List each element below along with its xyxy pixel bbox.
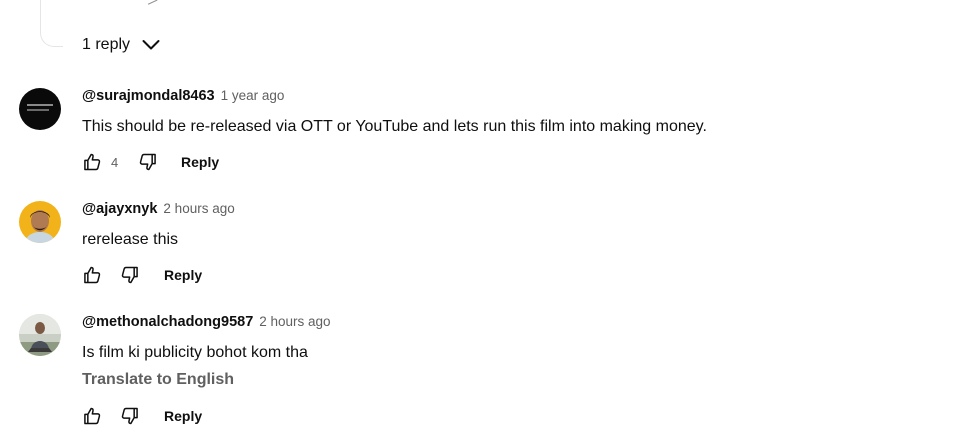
thumbs-up-icon xyxy=(84,153,101,171)
dislike-button[interactable] xyxy=(138,152,158,172)
dislike-button[interactable] xyxy=(120,265,140,285)
partial-icon-cutoff xyxy=(144,0,158,5)
dislike-button[interactable] xyxy=(120,406,140,426)
chevron-down-icon xyxy=(142,39,160,51)
comment-text: rerelease this xyxy=(82,231,179,248)
comment-author-handle[interactable]: @surajmondal8463 xyxy=(82,88,215,104)
thread-connector-line xyxy=(40,0,63,47)
reply-button[interactable]: Reply xyxy=(181,154,219,170)
thumbs-up-icon xyxy=(84,266,101,284)
thumbs-up-icon xyxy=(84,407,101,425)
reply-button[interactable]: Reply xyxy=(164,408,202,424)
avatar[interactable] xyxy=(19,88,61,130)
comment-timestamp[interactable]: 2 hours ago xyxy=(163,201,234,216)
avatar[interactable] xyxy=(19,314,61,356)
avatar[interactable] xyxy=(19,201,61,243)
replies-toggle-button[interactable]: 1 reply xyxy=(82,36,160,54)
like-button[interactable] xyxy=(82,406,102,426)
comment-text: Is film ki publicity bohot kom tha xyxy=(82,344,308,361)
thumbs-down-icon xyxy=(121,407,138,425)
comment-timestamp[interactable]: 2 hours ago xyxy=(259,314,330,329)
thumbs-down-icon xyxy=(121,266,138,284)
like-button[interactable] xyxy=(82,152,102,172)
reply-button[interactable]: Reply xyxy=(164,267,202,283)
comment-timestamp[interactable]: 1 year ago xyxy=(221,88,285,103)
like-button[interactable] xyxy=(82,265,102,285)
translate-to-english-link[interactable]: Translate to English xyxy=(82,371,949,389)
comment-author-handle[interactable]: @methonalchadong9587 xyxy=(82,314,253,330)
comments-section: 1 reply @surajmondal8463 1 year ago This… xyxy=(0,0,971,444)
thumbs-down-icon xyxy=(139,153,156,171)
comment-text: This should be re-released via OTT or Yo… xyxy=(82,118,707,135)
replies-toggle-label: 1 reply xyxy=(82,36,131,53)
comment-author-handle[interactable]: @ajayxnyk xyxy=(82,201,157,217)
like-count: 4 xyxy=(111,154,119,170)
